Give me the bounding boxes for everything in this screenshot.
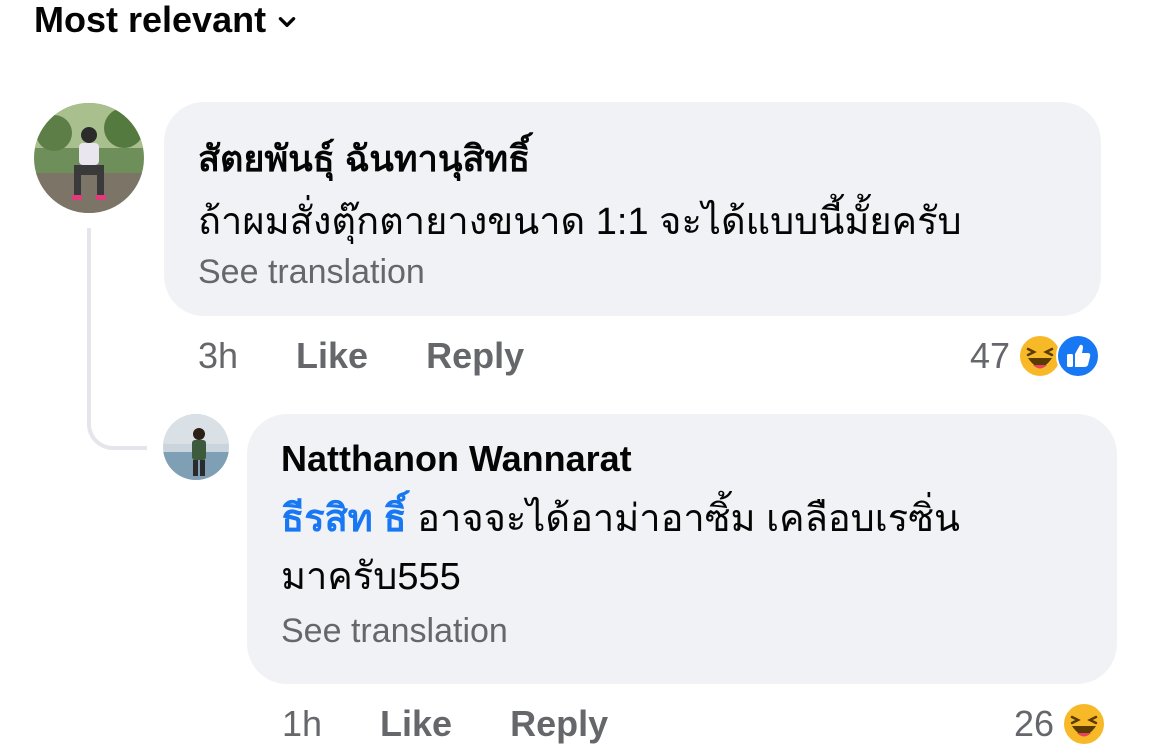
comment-bubble: Natthanon Wannarat ธีรสิท ธิ์ อาจจะได้อา… <box>247 414 1117 684</box>
comment-bubble: สัตยพันธุ์ ฉันทานุสิทธิ์ ถ้าผมสั่งตุ๊กตา… <box>164 102 1101 316</box>
comment-author[interactable]: Natthanon Wannarat <box>281 438 1083 480</box>
reaction-summary[interactable]: 26 <box>1014 700 1107 748</box>
comment-actions: 3h Like Reply <box>198 334 524 378</box>
see-translation-link[interactable]: See translation <box>198 253 1067 292</box>
avatar[interactable] <box>163 414 229 480</box>
like-reaction-icon <box>1056 334 1101 378</box>
reply-thread-line <box>87 228 147 450</box>
chevron-down-icon <box>278 17 296 27</box>
like-button[interactable]: Like <box>296 335 368 377</box>
comment-text-line2: มาครับ555 <box>281 556 461 598</box>
comment-text-line1: อาจจะได้อาม่าอาซิ้ม เคลือบเรซิ่น <box>417 498 960 540</box>
comment-time[interactable]: 3h <box>198 335 238 377</box>
avatar[interactable] <box>34 103 144 213</box>
sort-label: Most relevant <box>34 0 267 40</box>
comment-author[interactable]: สัตยพันธุ์ ฉันทานุสิทธิ์ <box>198 130 1067 187</box>
reply-button[interactable]: Reply <box>426 335 524 377</box>
reaction-summary[interactable]: 47 <box>970 332 1101 380</box>
reaction-count: 26 <box>1014 703 1055 744</box>
comment-actions: 1h Like Reply <box>282 702 608 746</box>
comment-text: ถ้าผมสั่งตุ๊กตายางขนาด 1:1 จะได้แบบนี้มั… <box>198 201 962 243</box>
reply-button[interactable]: Reply <box>510 703 608 745</box>
mention-link[interactable]: ธีรสิท ธิ์ <box>281 498 407 540</box>
sort-dropdown[interactable]: Most relevant <box>34 0 298 40</box>
see-translation-link[interactable]: See translation <box>281 612 1083 651</box>
like-button[interactable]: Like <box>380 703 452 745</box>
comment-time[interactable]: 1h <box>282 703 322 745</box>
reaction-count: 47 <box>970 335 1011 376</box>
haha-emoji-icon <box>1062 702 1107 746</box>
comment-text: ธีรสิท ธิ์ อาจจะได้อาม่าอาซิ้ม เคลือบเรซ… <box>281 490 1083 548</box>
